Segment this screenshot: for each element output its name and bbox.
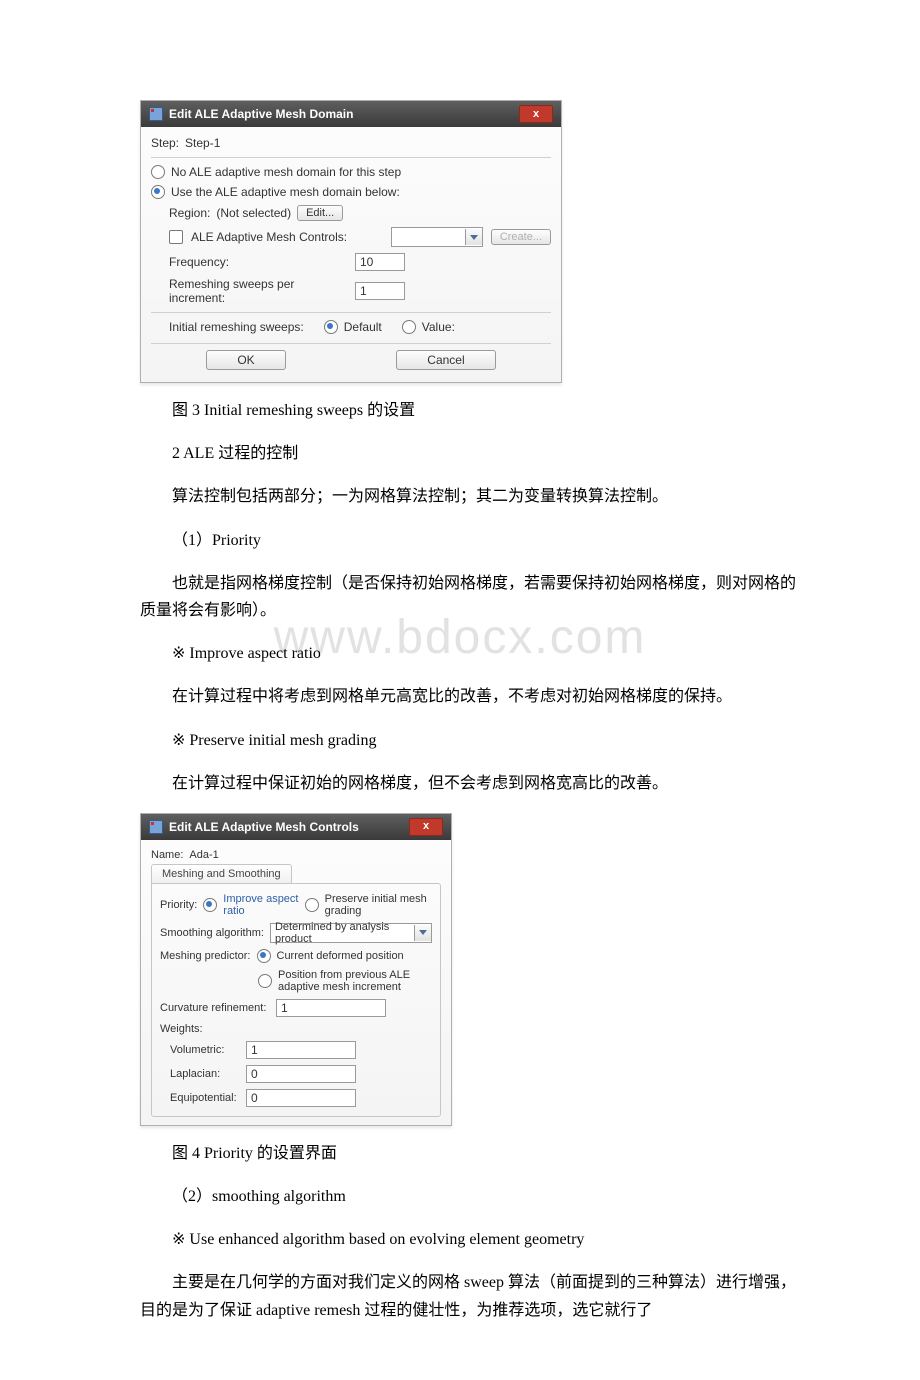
curvature-input[interactable]: 1 xyxy=(276,999,386,1017)
dialog-title-text: Edit ALE Adaptive Mesh Controls xyxy=(169,820,359,834)
previous-increment-label: Position from previous ALE adaptive mesh… xyxy=(278,969,432,993)
create-button[interactable]: Create... xyxy=(491,229,551,245)
name-value: Ada-1 xyxy=(189,849,218,861)
laplacian-input[interactable]: 0 xyxy=(246,1065,356,1083)
frequency-input[interactable]: 10 xyxy=(355,253,405,271)
radio-improve-aspect[interactable] xyxy=(203,898,217,912)
preserve-grading-label: Preserve initial mesh grading xyxy=(325,893,432,917)
radio-default[interactable] xyxy=(324,320,338,334)
volumetric-input[interactable]: 1 xyxy=(246,1041,356,1059)
figure-4-caption: 图 4 Priority 的设置界面 xyxy=(140,1140,800,1167)
controls-checkbox[interactable] xyxy=(169,230,183,244)
region-value: (Not selected) xyxy=(216,206,291,220)
equipotential-label: Equipotential: xyxy=(170,1092,240,1104)
paragraph: ※ Improve aspect ratio xyxy=(140,640,800,667)
radio-current-position[interactable] xyxy=(257,949,271,963)
radio-previous-increment[interactable] xyxy=(258,974,272,988)
dialog-title-text: Edit ALE Adaptive Mesh Domain xyxy=(169,107,353,121)
sweeps-input[interactable]: 1 xyxy=(355,282,405,300)
name-label: Name: xyxy=(151,849,183,861)
smoothing-label: Smoothing algorithm: xyxy=(160,927,264,939)
app-icon xyxy=(149,820,163,834)
paragraph: ※ Preserve initial mesh grading xyxy=(140,727,800,754)
smoothing-value: Determined by analysis product xyxy=(271,921,414,945)
paragraph: （1）Priority xyxy=(140,527,800,554)
radio-value[interactable] xyxy=(402,320,416,334)
controls-label: ALE Adaptive Mesh Controls: xyxy=(191,230,347,244)
controls-dropdown[interactable] xyxy=(391,227,483,247)
step-value: Step-1 xyxy=(185,136,220,150)
dialog-titlebar: Edit ALE Adaptive Mesh Controls x xyxy=(141,814,451,840)
paragraph: 算法控制包括两部分；一为网格算法控制；其二为变量转换算法控制。 xyxy=(140,483,800,510)
cancel-button[interactable]: Cancel xyxy=(396,350,495,370)
improve-aspect-label: Improve aspect ratio xyxy=(223,893,298,917)
radio-no-domain[interactable] xyxy=(151,165,165,179)
ale-controls-dialog: Edit ALE Adaptive Mesh Controls x Name: … xyxy=(140,813,452,1126)
frequency-label: Frequency: xyxy=(169,255,349,269)
weights-label: Weights: xyxy=(160,1023,203,1035)
paragraph: 主要是在几何学的方面对我们定义的网格 sweep 算法（前面提到的三种算法）进行… xyxy=(140,1269,800,1323)
edit-region-button[interactable]: Edit... xyxy=(297,205,343,221)
paragraph: （2）smoothing algorithm xyxy=(140,1183,800,1210)
curvature-label: Curvature refinement: xyxy=(160,1002,270,1014)
close-icon[interactable]: x xyxy=(519,105,553,123)
default-label: Default xyxy=(344,320,382,334)
app-icon xyxy=(149,107,163,121)
use-domain-label: Use the ALE adaptive mesh domain below: xyxy=(171,185,400,199)
region-label: Region: xyxy=(169,206,210,220)
paragraph: 也就是指网格梯度控制（是否保持初始网格梯度，若需要保持初始网格梯度，则对网格的质… xyxy=(140,570,800,624)
paragraph: 在计算过程中保证初始的网格梯度，但不会考虑到网格宽高比的改善。 xyxy=(140,770,800,797)
chevron-down-icon xyxy=(465,229,482,245)
ale-domain-dialog: Edit ALE Adaptive Mesh Domain x Step: St… xyxy=(140,100,562,383)
step-label: Step: xyxy=(151,136,179,150)
radio-use-domain[interactable] xyxy=(151,185,165,199)
radio-preserve-grading[interactable] xyxy=(305,898,319,912)
volumetric-label: Volumetric: xyxy=(170,1044,240,1056)
value-label: Value: xyxy=(422,320,455,334)
init-sweeps-label: Initial remeshing sweeps: xyxy=(169,320,304,334)
predictor-label: Meshing predictor: xyxy=(160,950,251,962)
tab-meshing-smoothing[interactable]: Meshing and Smoothing xyxy=(151,864,292,883)
dialog-titlebar: Edit ALE Adaptive Mesh Domain x xyxy=(141,101,561,127)
sweeps-label: Remeshing sweeps per increment: xyxy=(169,277,349,305)
figure-3-caption: 图 3 Initial remeshing sweeps 的设置 xyxy=(140,397,800,424)
ok-button[interactable]: OK xyxy=(206,350,285,370)
equipotential-input[interactable]: 0 xyxy=(246,1089,356,1107)
paragraph: ※ Use enhanced algorithm based on evolvi… xyxy=(140,1226,800,1253)
chevron-down-icon xyxy=(414,925,431,941)
laplacian-label: Laplacian: xyxy=(170,1068,240,1080)
step-row: Step: Step-1 xyxy=(151,133,551,153)
current-position-label: Current deformed position xyxy=(277,950,404,962)
no-domain-label: No ALE adaptive mesh domain for this ste… xyxy=(171,165,401,179)
priority-label: Priority: xyxy=(160,899,197,911)
paragraph-heading-2: 2 ALE 过程的控制 xyxy=(140,440,800,467)
paragraph: 在计算过程中将考虑到网格单元高宽比的改善，不考虑对初始网格梯度的保持。 xyxy=(140,683,800,710)
smoothing-dropdown[interactable]: Determined by analysis product xyxy=(270,923,432,943)
close-icon[interactable]: x xyxy=(409,818,443,836)
